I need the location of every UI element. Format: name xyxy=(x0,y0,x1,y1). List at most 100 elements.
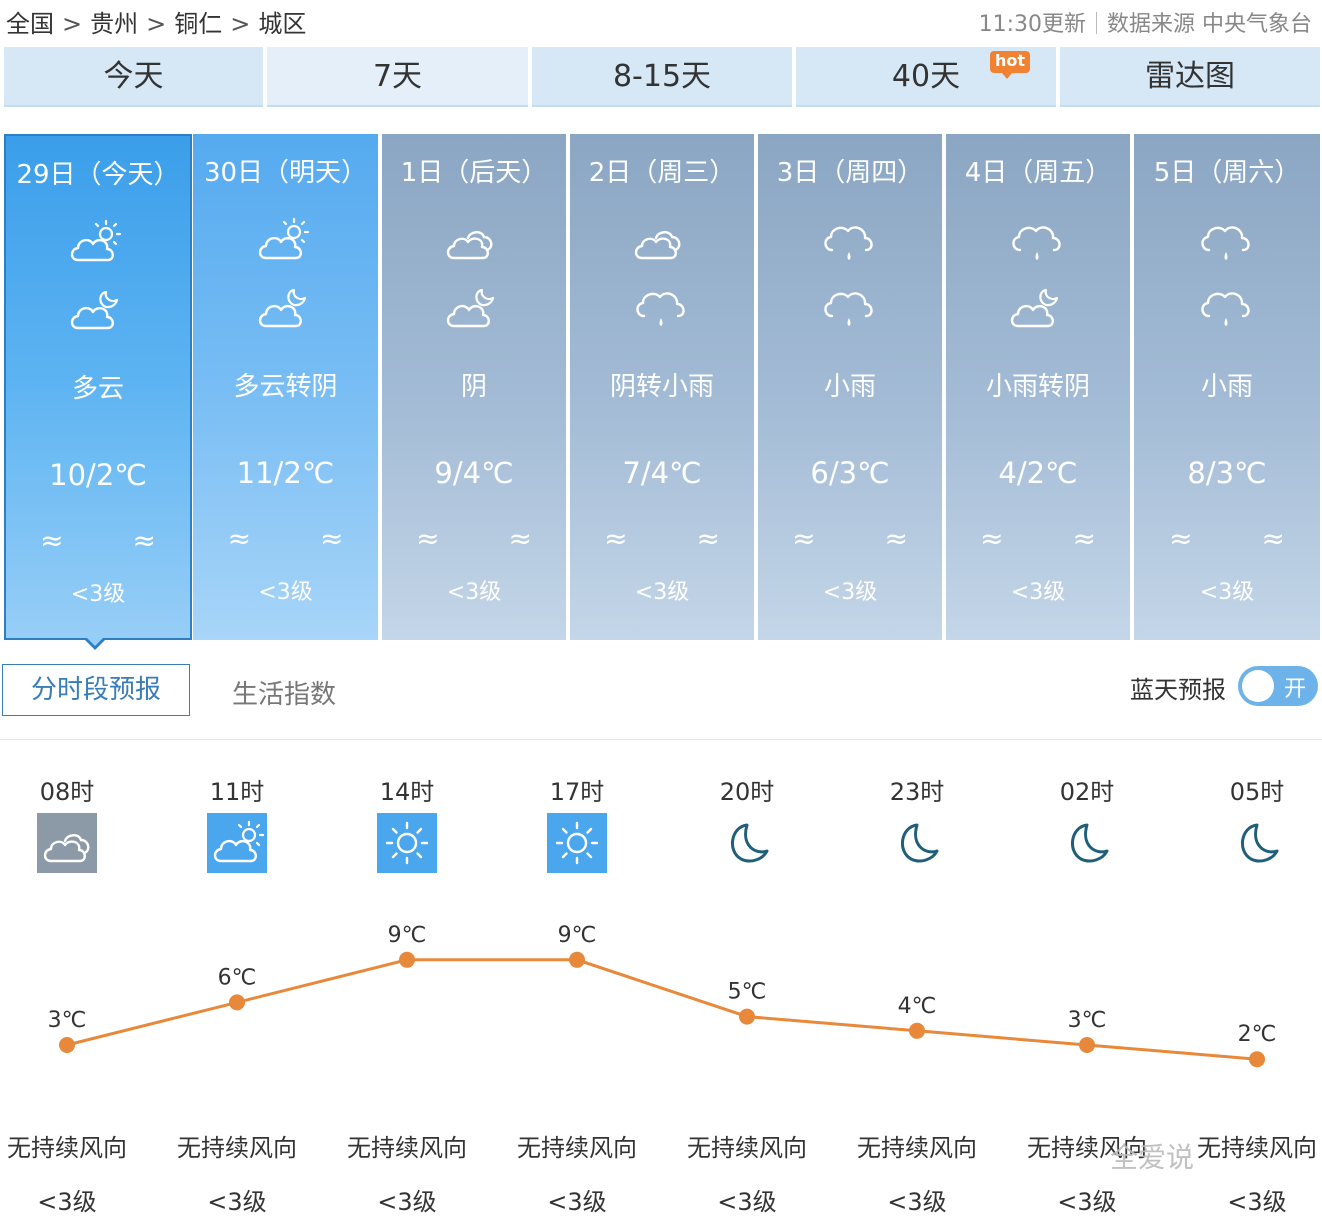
top-bar: 全国 > 贵州 > 铜仁 > 城区 11:30更新 数据来源 中央气象台 xyxy=(0,0,1322,44)
breadcrumb-district: 城区 xyxy=(258,10,307,38)
bluesky-label: 蓝天预报 xyxy=(1130,676,1226,704)
temperature-point xyxy=(1249,1051,1265,1068)
tab-7days[interactable]: 7天 xyxy=(267,47,528,107)
wind-scale: <3级 xyxy=(377,1188,437,1216)
day-temp: 7/4℃ xyxy=(622,456,702,490)
day-card-tomorrow[interactable]: 30日（明天） 多云转阴 11/2℃ ≈ ≈ <3级 xyxy=(193,134,378,640)
sunny-icon xyxy=(547,813,607,873)
day-weather: 多云 xyxy=(71,374,124,404)
temperature-label: 3℃ xyxy=(1068,1008,1107,1033)
day-weather: 小雨 xyxy=(823,372,876,402)
temperature-chart: 3℃ 6℃ 9℃ 9℃ 5℃ 4℃ 3℃ 2℃ xyxy=(0,900,1322,1100)
wind-scale: <3级 xyxy=(717,1188,777,1216)
light-rain-icon xyxy=(824,292,873,328)
partly-cloudy-sun-icon xyxy=(70,219,122,262)
wind-scale: <3级 xyxy=(547,1188,607,1216)
update-info: 11:30更新 数据来源 中央气象台 xyxy=(979,6,1312,38)
wind-direction: 无持续风向 xyxy=(687,1134,807,1162)
day-date: 30日（明天） xyxy=(203,158,368,188)
data-source: 数据来源 中央气象台 xyxy=(1107,12,1312,37)
toggle-label: 开 xyxy=(1283,677,1306,702)
moon-icon xyxy=(1240,823,1279,863)
hour-label: 20时 xyxy=(719,778,775,806)
day-date: 3日（周四） xyxy=(776,158,924,188)
temperature-point xyxy=(739,1008,755,1025)
wind-direction: 无持续风向 xyxy=(347,1134,467,1162)
wind-direction: 无持续风向 xyxy=(857,1134,977,1162)
day-card[interactable]: 5日（周六） 小雨 8/3℃ ≈ ≈ <3级 xyxy=(1134,134,1320,640)
wind-icon: ≈ ≈ xyxy=(604,522,750,555)
hour-label: 02时 xyxy=(1059,778,1115,806)
day-weather: 小雨 xyxy=(1200,372,1253,402)
breadcrumb-separator: > xyxy=(230,10,251,38)
breadcrumb-province[interactable]: 贵州 xyxy=(90,10,138,38)
temperature-point xyxy=(569,951,585,968)
day-wind: <3级 xyxy=(70,582,126,607)
light-rain-icon xyxy=(636,292,685,328)
temperature-point xyxy=(909,1022,925,1039)
day-temp: 10/2℃ xyxy=(49,458,147,492)
partly-cloudy-sun-icon xyxy=(258,217,309,260)
tab-40days[interactable]: 40天 hot xyxy=(796,47,1056,107)
day-temp: 8/3℃ xyxy=(1187,456,1267,490)
wind-icon: ≈ ≈ xyxy=(792,522,938,555)
wind-direction: 无持续风向 xyxy=(1197,1134,1317,1162)
moon-icon xyxy=(730,823,769,863)
tab-radar[interactable]: 雷达图 xyxy=(1060,47,1320,107)
day-temp: 11/2℃ xyxy=(236,456,335,490)
overcast-icon xyxy=(634,231,681,260)
day-date: 4日（周五） xyxy=(964,158,1112,188)
day-card[interactable]: 3日（周四） 小雨 6/3℃ ≈ ≈ <3级 xyxy=(758,134,942,640)
day-wind: <3级 xyxy=(446,580,502,605)
selected-day-pointer xyxy=(83,636,107,650)
temperature-label: 6℃ xyxy=(218,965,257,990)
tab-8-15days[interactable]: 8-15天 xyxy=(532,47,792,107)
wind-icon: ≈ ≈ xyxy=(416,522,562,555)
wind-scale: <3级 xyxy=(1227,1188,1287,1216)
wind-scale: <3级 xyxy=(887,1188,947,1216)
tab-life-index[interactable]: 生活指数 xyxy=(232,674,336,711)
toggle-knob xyxy=(1242,670,1274,702)
temperature-point xyxy=(59,1037,75,1053)
hour-label: 05时 xyxy=(1229,778,1285,806)
day-temp: 9/4℃ xyxy=(434,456,514,490)
temperature-label: 9℃ xyxy=(388,923,427,948)
day-card[interactable]: 2日（周三） 阴转小雨 7/4℃ ≈ ≈ <3级 xyxy=(570,134,754,640)
tab-today[interactable]: 今天 xyxy=(4,47,263,107)
temperature-label: 5℃ xyxy=(728,980,767,1005)
overcast-icon xyxy=(446,231,493,260)
light-rain-icon xyxy=(824,226,873,262)
wind-icon: ≈ ≈ xyxy=(1169,522,1315,555)
day-card[interactable]: 1日（后天） 阴 9/4℃ ≈ ≈ <3级 xyxy=(382,134,566,640)
light-rain-icon xyxy=(1201,292,1250,328)
hour-label: 11时 xyxy=(209,778,265,806)
wind-icon: ≈ ≈ xyxy=(40,524,186,557)
daily-forecast: 29日（今天） 多云 10/2℃ ≈ ≈ <3级 30日（明天） 多云转阴 11… xyxy=(4,134,1320,640)
forecast-tabs: 今天 7天 8-15天 40天 hot 雷达图 xyxy=(4,47,1320,107)
temperature-label: 9℃ xyxy=(558,923,597,948)
breadcrumb-country[interactable]: 全国 xyxy=(6,10,54,38)
temperature-label: 2℃ xyxy=(1238,1022,1277,1047)
hour-label: 23时 xyxy=(889,778,945,806)
day-date: 1日（后天） xyxy=(400,158,548,188)
day-date: 5日（周六） xyxy=(1153,158,1301,188)
temperature-point xyxy=(229,994,245,1011)
moon-icon xyxy=(900,823,939,863)
breadcrumb-city[interactable]: 铜仁 xyxy=(174,10,222,38)
breadcrumb: 全国 > 贵州 > 铜仁 > 城区 xyxy=(6,4,312,39)
light-rain-icon xyxy=(1201,226,1250,262)
day-card[interactable]: 4日（周五） 小雨转阴 4/2℃ ≈ ≈ <3级 xyxy=(946,134,1130,640)
divider xyxy=(1096,12,1097,34)
partly-cloudy-moon-icon xyxy=(446,288,495,328)
temperature-line-chart: 3℃ 6℃ 9℃ 9℃ 5℃ 4℃ 3℃ 2℃ xyxy=(48,923,1277,1068)
wind-icon: ≈ ≈ xyxy=(980,522,1126,555)
wind-direction: 无持续风向 xyxy=(7,1134,127,1162)
bluesky-toggle[interactable]: 开 xyxy=(1238,666,1318,706)
day-temp: 4/2℃ xyxy=(998,456,1078,490)
day-card-today[interactable]: 29日（今天） 多云 10/2℃ ≈ ≈ <3级 xyxy=(4,134,192,640)
wind-direction: 无持续风向 xyxy=(177,1134,297,1162)
hot-badge: hot xyxy=(990,51,1031,79)
sunny-icon xyxy=(377,813,437,873)
moon-icon xyxy=(1070,823,1109,863)
tab-hourly-forecast[interactable]: 分时段预报 xyxy=(2,664,190,716)
